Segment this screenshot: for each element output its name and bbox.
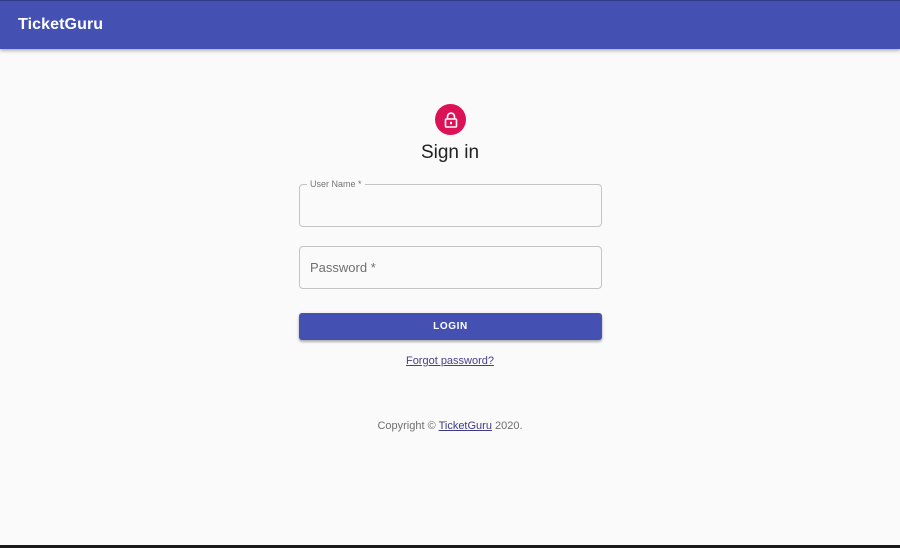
lock-avatar <box>435 104 466 135</box>
page: TicketGuru Sign in User Name * Password … <box>0 0 900 548</box>
copyright: Copyright © TicketGuru 2020. <box>0 419 900 433</box>
forgot-password: Forgot password? <box>0 354 900 368</box>
copyright-prefix: Copyright © <box>377 420 439 432</box>
password-input[interactable] <box>300 247 601 288</box>
copyright-suffix: 2020. <box>491 420 523 432</box>
login-button[interactable]: LOGIN <box>299 313 602 340</box>
app-bar: TicketGuru <box>0 0 900 49</box>
lock-icon <box>444 111 457 128</box>
forgot-password-link[interactable]: Forgot password? <box>406 355 494 367</box>
copyright-link[interactable]: TicketGuru <box>439 420 492 432</box>
username-input[interactable] <box>300 185 601 226</box>
password-field[interactable]: Password * <box>299 246 602 289</box>
page-title: Sign in <box>420 142 480 163</box>
username-field[interactable]: User Name * <box>299 178 602 227</box>
app-title: TicketGuru <box>18 16 104 33</box>
